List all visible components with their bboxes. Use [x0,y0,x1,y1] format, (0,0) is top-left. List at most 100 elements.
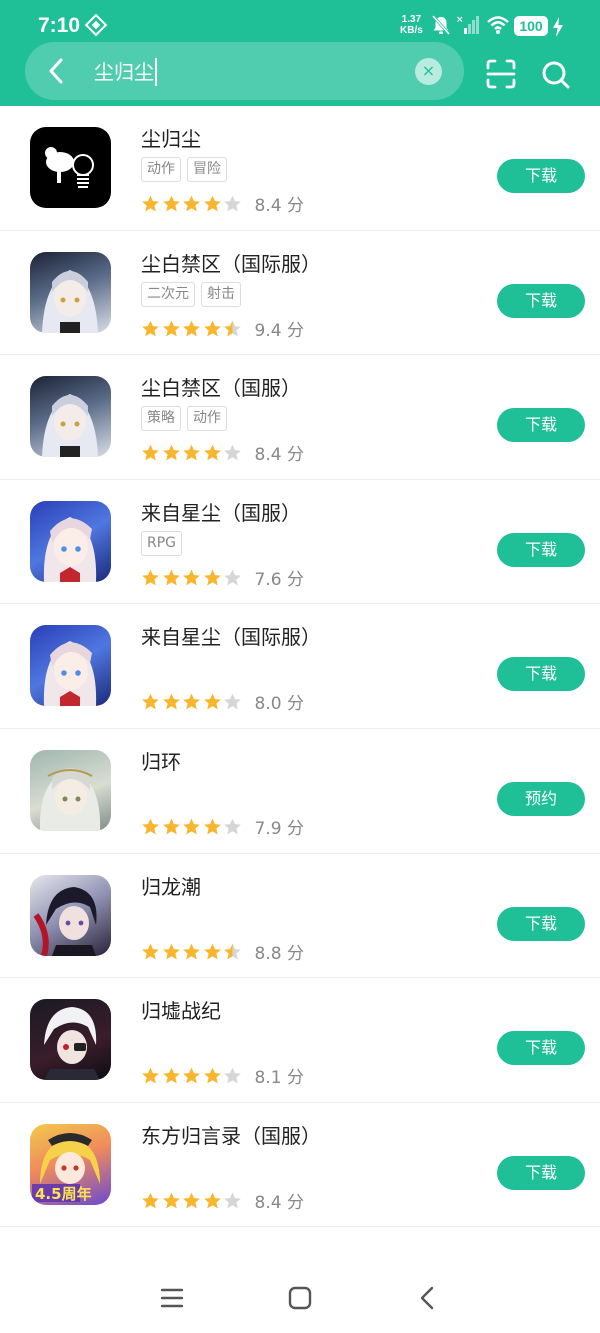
header: 7:10 1.37 KB/s × 100 尘归尘 × [0,0,600,106]
tag-list: 动作 冒险 [141,157,227,182]
anime-girl-icon: 4.5周年 [32,1132,100,1203]
download-button[interactable]: 下载 [497,1155,585,1190]
genre-tag: 二次元 [141,281,195,307]
app-icon[interactable] [30,376,111,458]
star-rating: 8.8 分 [141,939,304,964]
score: 8.4 分 [254,196,304,216]
charging-icon [553,17,563,37]
app-icon[interactable] [30,625,111,707]
star-icon [162,569,180,586]
genre-tag: 冒险 [187,157,227,182]
nav-back-icon[interactable] [414,1284,442,1312]
star-icon [142,195,159,212]
app-icon[interactable] [30,999,111,1081]
genre-tag: RPG [141,530,183,556]
anime-girl-icon [42,269,98,333]
star-icon [203,320,221,336]
list-item[interactable]: 来自星尘（国服） RPG 7.6 分 下载 [0,480,600,605]
star-icon [162,693,180,710]
star-icon [142,1067,159,1084]
wifi-icon [487,16,509,34]
genre-tag: 动作 [187,406,227,432]
star-icon [162,320,180,336]
search-input[interactable]: 尘归尘 [94,58,157,86]
app-notification-icon [84,13,108,37]
star-rating: 7.6 分 [141,565,304,590]
reserve-button[interactable]: 预约 [497,781,585,816]
network-speed: 1.37 KB/s [400,14,423,36]
star-rating: 8.0 分 [141,689,304,714]
app-name: 来自星尘（国际服） [141,625,321,650]
list-item[interactable]: 4.5周年 东方归言录（国服） 8.4 分 下载 [0,1103,600,1228]
list-item[interactable]: 尘白禁区（国服） 策略 动作 8.4 分 下载 [0,355,600,480]
app-icon[interactable]: 4.5周年 [30,1123,111,1205]
download-button[interactable]: 下载 [497,657,585,692]
search-icon[interactable] [538,57,574,93]
list-item[interactable]: 尘白禁区（国际服） 二次元 射击 9.4 分 下载 [0,231,600,356]
list-item[interactable]: 归龙潮 8.8 分 下载 [0,854,600,979]
score: 7.6 分 [254,569,304,590]
stars [141,1191,244,1210]
arrow-left-icon[interactable] [40,54,74,88]
menu-icon[interactable] [158,1284,186,1312]
app-icon[interactable] [30,500,111,582]
star-icon [203,818,221,835]
signal-icon: × [456,15,479,34]
status-time: 7:10 [38,14,81,37]
app-icon[interactable] [30,251,111,333]
app-icon[interactable] [30,749,111,831]
app-name: 归龙潮 [141,874,201,899]
star-icon [224,569,241,586]
download-button[interactable]: 下载 [497,159,585,193]
star-icon [183,1192,200,1209]
download-button[interactable]: 下载 [497,532,585,567]
stars [141,194,244,213]
anniversary-badge: 4.5周年 [35,1185,92,1203]
app-name: 尘归尘 [141,127,201,151]
download-button[interactable]: 下载 [497,283,585,318]
download-button[interactable]: 下载 [497,906,585,941]
star-icon [203,1192,221,1209]
network-speed-unit: KB/s [400,25,423,36]
list-item[interactable]: 归墟战纪 8.1 分 下载 [0,978,600,1103]
star-icon [162,1067,180,1084]
genre-tag: 射击 [201,281,241,307]
star-icon [183,693,200,710]
tag-list: 策略 动作 [141,406,227,432]
app-icon[interactable] [30,127,111,208]
download-button[interactable]: 下载 [497,1031,585,1066]
list-item[interactable]: 来自星尘（国际服） 8.0 分 下载 [0,604,600,729]
star-icon [224,444,241,461]
star-icon [224,693,241,710]
genre-tag: 策略 [141,406,181,432]
score: 8.8 分 [254,943,304,964]
app-icon[interactable] [30,874,111,956]
score: 8.4 分 [254,445,304,466]
stars [141,942,244,961]
star-rating: 8.4 分 [141,440,304,465]
list-item[interactable]: 归环 7.9 分 预约 [0,729,600,854]
star-icon [224,195,241,212]
download-button[interactable]: 下载 [497,408,585,443]
mute-bell-icon [431,15,451,35]
capybara-lightbulb-icon [45,147,94,188]
scan-icon[interactable] [484,57,518,91]
stars [141,443,244,462]
search-box[interactable] [25,42,464,100]
status-bar: 7:10 1.37 KB/s × 100 [0,0,600,40]
star-icon [142,569,159,586]
list-item[interactable]: 尘归尘 动作 冒险 8.4 分 下载 [0,106,600,231]
close-circle-icon[interactable]: × [415,58,442,85]
score: 8.1 分 [254,1068,304,1089]
tag-list: 二次元 射击 [141,281,241,307]
star-icon [203,1067,221,1084]
star-rating: 9.4 分 [141,316,304,341]
home-icon[interactable] [286,1284,314,1312]
star-icon [162,444,180,461]
star-rating: 8.4 分 [141,1188,304,1213]
star-icon [183,569,200,586]
anime-girl-icon [43,516,97,582]
app-name: 尘白禁区（国际服） [141,251,321,276]
anime-boy-icon [33,886,97,956]
app-name: 来自星尘（国服） [141,500,301,525]
